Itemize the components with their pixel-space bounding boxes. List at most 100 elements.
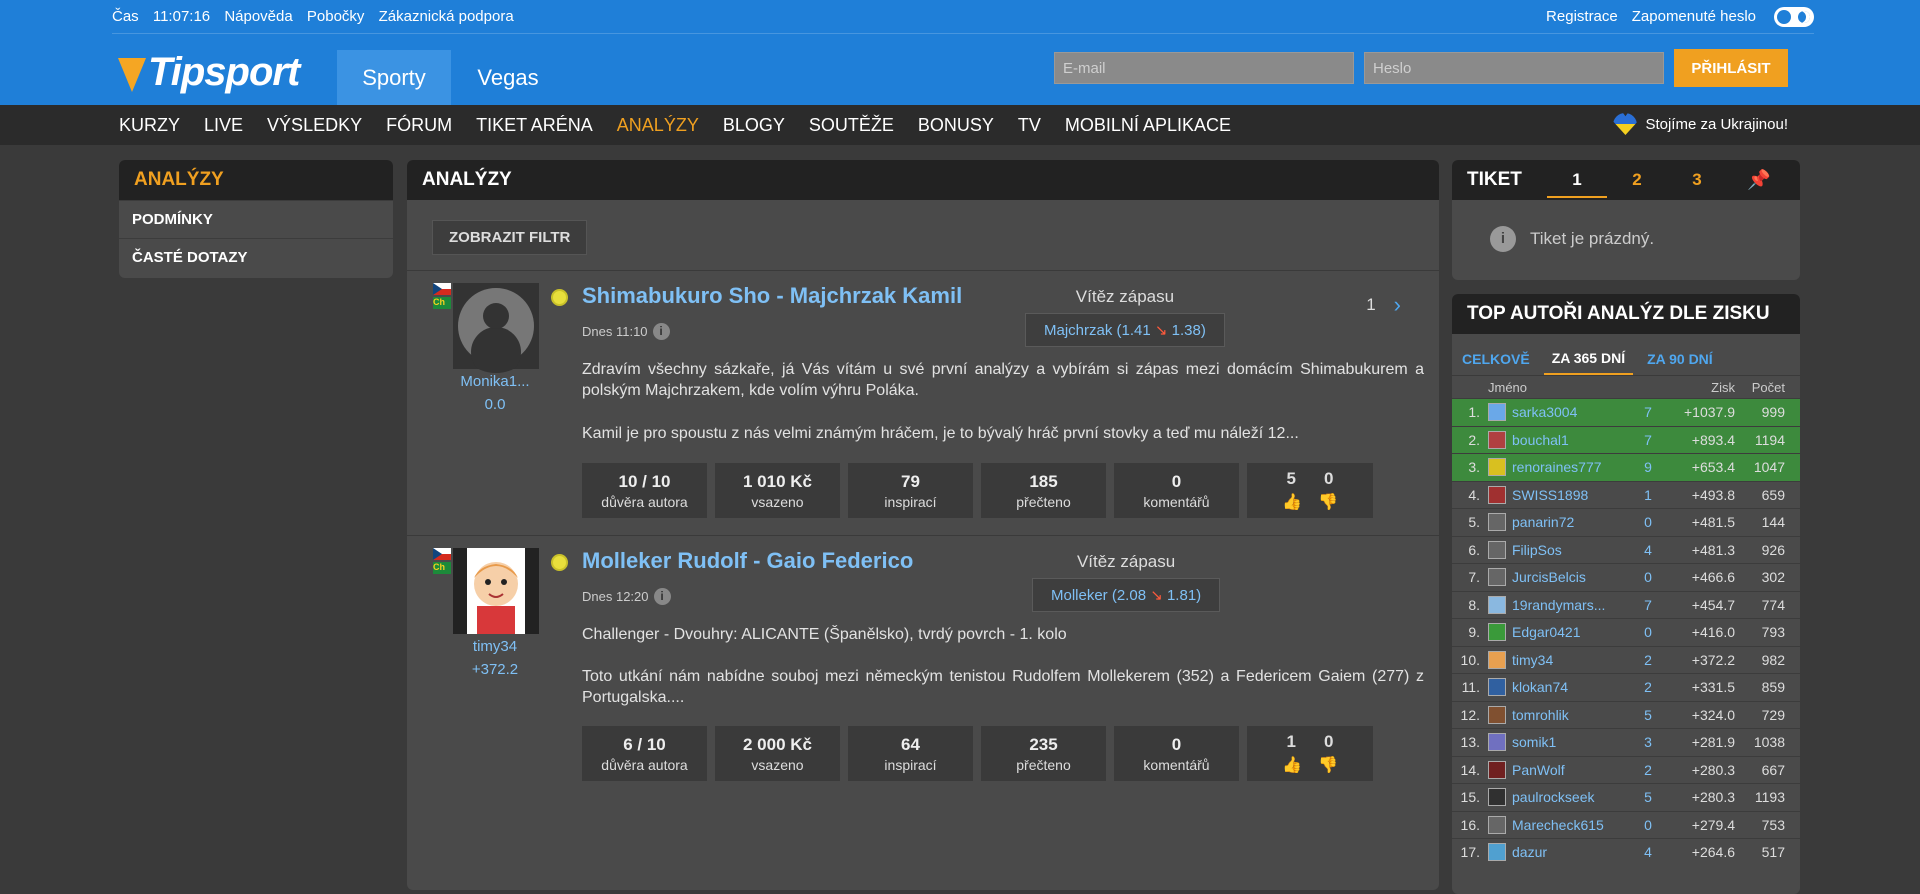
pin-icon[interactable]: 📌 (1747, 168, 1771, 192)
table-row[interactable]: 9. Edgar0421 0 +416.0 793 (1452, 618, 1800, 646)
table-row[interactable]: 2. bouchal1 7 +893.4 1194 (1452, 425, 1800, 453)
nav-item-10[interactable]: MOBILNÍ APLIKACE (1065, 115, 1231, 136)
table-row[interactable]: 14. PanWolf 2 +280.3 667 (1452, 755, 1800, 784)
table-row[interactable]: 11. klokan74 2 +331.5 859 (1452, 673, 1800, 701)
tab-sporty[interactable]: Sporty (337, 50, 451, 105)
forgot-password-link[interactable]: Zapomenuté heslo (1632, 8, 1756, 25)
login-button[interactable]: PŘIHLÁSIT (1674, 49, 1788, 87)
ticket-tab-2[interactable]: 2 (1607, 170, 1667, 190)
sidebar-item-faq[interactable]: ČASTÉ DOTAZY (119, 238, 393, 276)
nav-item-6[interactable]: BLOGY (723, 115, 785, 136)
table-row[interactable]: 16. Marecheck615 0 +279.4 753 (1452, 810, 1800, 839)
author-link[interactable]: sarka3004 (1488, 403, 1633, 422)
profit: +281.9 (1691, 734, 1735, 751)
email-field[interactable] (1054, 52, 1354, 84)
author-link[interactable]: FilipSos (1488, 540, 1633, 559)
table-row[interactable]: 15. paulrockseek 5 +280.3 1193 (1452, 783, 1800, 811)
table-row[interactable]: 7. JurcisBelcis 0 +466.6 302 (1452, 563, 1800, 591)
author-name: dazur (1512, 844, 1548, 861)
tab-vegas[interactable]: Vegas (451, 50, 565, 105)
author-link[interactable]: klokan74 (1488, 678, 1633, 697)
tennis-ball-icon (551, 289, 568, 306)
avatar[interactable] (453, 548, 539, 634)
author-link[interactable]: JurcisBelcis (1488, 568, 1633, 587)
ticket-tab-3[interactable]: 3 (1667, 170, 1727, 190)
author-link[interactable]: 19randymars... (1488, 595, 1633, 614)
nav-item-9[interactable]: TV (1018, 115, 1041, 136)
info-icon[interactable]: i (653, 588, 671, 605)
profit: +493.8 (1691, 486, 1735, 503)
stat-label: přečteno (1016, 493, 1071, 510)
author-name: SWISS1898 (1512, 486, 1589, 503)
theme-toggle[interactable] (1774, 6, 1814, 27)
table-row[interactable]: 3. renoraines777 9 +653.4 1047 (1452, 453, 1800, 481)
table-row[interactable]: 8. 19randymars... 7 +454.7 774 (1452, 590, 1800, 619)
author-link[interactable]: bouchal1 (1488, 430, 1633, 449)
nav-item-4[interactable]: TIKET ARÉNA (476, 115, 593, 136)
sidebar-item-conditions[interactable]: PODMÍNKY (119, 200, 393, 238)
author-link[interactable]: SWISS1898 (1488, 485, 1633, 504)
table-row[interactable]: 4. SWISS1898 1 +493.8 659 (1452, 480, 1800, 509)
logo[interactable]: Tipsport (114, 50, 300, 95)
author-link[interactable]: somik1 (1488, 733, 1633, 752)
analysis-title[interactable]: Molleker Rudolf - Gaio Federico (582, 548, 913, 574)
bet-odds-button[interactable]: Molleker (2.08 ↘ 1.81) (1032, 578, 1221, 612)
author-link[interactable]: Edgar0421 (1488, 623, 1633, 642)
ticket-tab-1[interactable]: 1 (1547, 170, 1607, 198)
active-count: 2 (1644, 651, 1652, 668)
author-link[interactable]: paulrockseek (1488, 788, 1633, 807)
table-row[interactable]: 6. FilipSos 4 +481.3 926 (1452, 535, 1800, 564)
info-icon[interactable]: i (652, 323, 670, 340)
author-link[interactable]: dazur (1488, 843, 1633, 862)
author-link[interactable]: PanWolf (1488, 760, 1633, 779)
author-link[interactable]: panarin72 (1488, 513, 1633, 532)
support-link[interactable]: Zákaznická podpora (379, 8, 514, 25)
info-icon: i (1490, 226, 1516, 252)
author-link[interactable]: tomrohlik (1488, 705, 1633, 724)
register-link[interactable]: Registrace (1546, 8, 1618, 25)
profit: +1037.9 (1684, 404, 1735, 421)
nav-item-2[interactable]: VÝSLEDKY (267, 115, 362, 136)
bet-odds-button[interactable]: Majchrzak (1.41 ↘ 1.38) (1025, 313, 1225, 347)
nav-item-7[interactable]: SOUTĚŽE (809, 115, 894, 136)
author-link[interactable]: timy34 (1488, 650, 1633, 669)
branches-link[interactable]: Pobočky (307, 8, 365, 25)
table-row[interactable]: 13. somik1 3 +281.9 1038 (1452, 728, 1800, 756)
tab-overall[interactable]: CELKOVĚ (1460, 351, 1532, 375)
thumbs-up-icon[interactable]: 👍 (1282, 755, 1302, 775)
password-field[interactable] (1364, 52, 1664, 84)
count: 999 (1761, 404, 1785, 421)
bet-odds: Molleker (2.08 (1051, 587, 1147, 604)
thumbs-down-icon[interactable]: 👎 (1318, 492, 1338, 512)
table-row[interactable]: 10. timy34 2 +372.2 982 (1452, 645, 1800, 674)
nav-item-0[interactable]: KURZY (119, 115, 180, 136)
bet-label: Vítěz zápasu (1075, 287, 1175, 306)
thumbs-down-icon[interactable]: 👎 (1318, 755, 1338, 775)
table-row[interactable]: 17. dazur 4 +264.6 517 (1452, 838, 1800, 866)
avatar[interactable] (453, 283, 539, 369)
author-name[interactable]: timy34 (437, 638, 553, 655)
tab-90-days[interactable]: ZA 90 DNÍ (1645, 351, 1715, 375)
table-row[interactable]: 12. tomrohlik 5 +324.0 729 (1452, 700, 1800, 729)
analysis-title[interactable]: Shimabukuro Sho - Majchrzak Kamil (582, 283, 962, 309)
profit: +331.5 (1691, 679, 1735, 696)
help-link[interactable]: Nápověda (224, 8, 292, 25)
author-link[interactable]: Marecheck615 (1488, 815, 1633, 834)
thumbs-up-icon[interactable]: 👍 (1282, 492, 1302, 512)
profit: +372.2 (1691, 651, 1735, 668)
author-link[interactable]: renoraines777 (1488, 458, 1633, 477)
ukraine-banner[interactable]: Stojíme za Ukrajinou! (1613, 113, 1788, 135)
active-count: 1 (1644, 486, 1652, 503)
nav-item-1[interactable]: LIVE (204, 115, 243, 136)
profit: +416.0 (1691, 624, 1735, 641)
table-row[interactable]: 5. panarin72 0 +481.5 144 (1452, 508, 1800, 536)
tab-365-days[interactable]: ZA 365 DNÍ (1543, 350, 1634, 375)
nav-item-3[interactable]: FÓRUM (386, 115, 452, 136)
nav-item-8[interactable]: BONUSY (918, 115, 994, 136)
nav-item-5[interactable]: ANALÝZY (617, 115, 699, 136)
show-filter-button[interactable]: ZOBRAZIT FILTR (432, 220, 588, 255)
table-row[interactable]: 1. sarka3004 7 +1037.9 999 (1452, 398, 1800, 426)
author-name[interactable]: Monika1... (437, 373, 553, 390)
stat-value: 1 010 Kč (743, 471, 812, 491)
rank: 13. (1460, 734, 1480, 751)
